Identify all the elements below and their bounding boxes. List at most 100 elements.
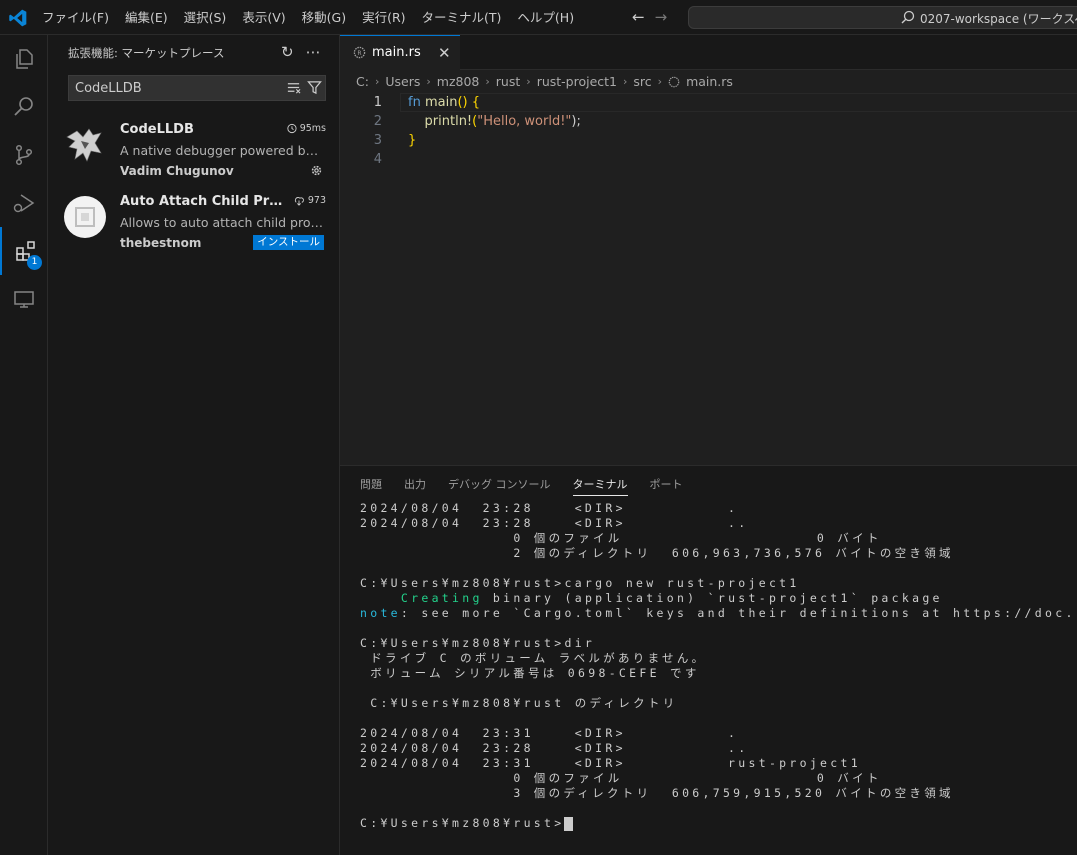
tab-main-rs[interactable]: R main.rs ✕ bbox=[340, 35, 460, 70]
breadcrumb-item[interactable]: mz808 bbox=[437, 74, 480, 89]
rust-file-icon: R bbox=[353, 46, 366, 59]
breadcrumb: C: › Users › mz808 › rust › rust-project1 › s… bbox=[356, 74, 733, 89]
bottom-panel: 問題 出力 デバッグ コンソール ターミナル ポート 2024/08/04 23… bbox=[340, 465, 1077, 855]
svg-text:R: R bbox=[357, 50, 361, 57]
menu-terminal[interactable]: ターミナル(T) bbox=[414, 0, 510, 35]
clear-filter-icon[interactable] bbox=[286, 80, 301, 95]
breadcrumb-item[interactable]: main.rs bbox=[686, 74, 733, 89]
install-count-value: 973 bbox=[307, 195, 326, 206]
chevron-right-icon: › bbox=[526, 75, 531, 88]
code-line: 3 } bbox=[340, 131, 1077, 150]
tab-ports[interactable]: ポート bbox=[650, 476, 683, 496]
breadcrumb-item[interactable]: Users bbox=[385, 74, 420, 89]
current-line-highlight bbox=[400, 93, 1077, 112]
terminal-line: C:¥Users¥mz808¥rust のディレクトリ bbox=[360, 696, 678, 710]
menu-go[interactable]: 移動(G) bbox=[294, 0, 354, 35]
line-number: 4 bbox=[373, 152, 382, 167]
menu-help[interactable]: ヘルプ(H) bbox=[509, 0, 582, 35]
code-line: 1 fn main() { bbox=[340, 93, 1077, 112]
install-count: 973 bbox=[293, 195, 326, 206]
source-control-button[interactable] bbox=[0, 131, 48, 179]
tab-problems[interactable]: 問題 bbox=[360, 476, 382, 496]
forward-arrow-icon[interactable]: → bbox=[655, 9, 668, 25]
menu-bar: ファイル(F) 編集(E) 選択(S) 表示(V) 移動(G) 実行(R) ター… bbox=[34, 0, 582, 35]
filter-icon[interactable] bbox=[307, 80, 322, 95]
explorer-button[interactable] bbox=[0, 35, 48, 83]
tab-terminal[interactable]: ターミナル bbox=[572, 476, 628, 496]
run-debug-button[interactable] bbox=[0, 179, 48, 227]
menu-edit[interactable]: 編集(E) bbox=[117, 0, 176, 35]
breadcrumb-item[interactable]: C: bbox=[356, 74, 369, 89]
install-button[interactable]: インストール bbox=[253, 235, 324, 250]
terminal-line: ボリューム シリアル番号は 0698-CEFE です bbox=[360, 666, 700, 680]
rust-file-icon bbox=[668, 76, 680, 87]
keyword-token: fn bbox=[408, 95, 421, 110]
panel-tabs: 問題 出力 デバッグ コンソール ターミナル ポート bbox=[360, 476, 683, 496]
run-debug-icon bbox=[13, 194, 35, 213]
tab-output[interactable]: 出力 bbox=[404, 476, 426, 496]
chevron-right-icon: › bbox=[374, 75, 380, 88]
line-number: 2 bbox=[373, 114, 382, 129]
remote-explorer-icon bbox=[14, 291, 34, 308]
extensions-button[interactable]: 1 bbox=[0, 227, 50, 275]
activation-time: 95ms bbox=[286, 123, 326, 134]
close-icon[interactable]: ✕ bbox=[438, 44, 451, 62]
extension-name: CodeLLDB bbox=[120, 122, 194, 137]
sidebar-title: 拡張機能: マーケットプレース bbox=[68, 46, 225, 60]
extension-name: Auto Attach Child Process bbox=[120, 194, 285, 209]
more-actions-icon[interactable]: ⋯ bbox=[306, 43, 321, 61]
terminal-output[interactable]: 2024/08/04 23:28 <DIR> . 2024/08/04 23:2… bbox=[360, 501, 1077, 831]
editor-tabs: R main.rs ✕ bbox=[340, 35, 1077, 70]
terminal-line: Creating binary (application) `rust-proj… bbox=[360, 591, 1077, 606]
terminal-line: C:¥Users¥mz808¥rust>dir bbox=[360, 636, 596, 650]
menu-file[interactable]: ファイル(F) bbox=[34, 0, 117, 35]
editor-area: R main.rs ✕ C: › Users › mz808 › rust › rust… bbox=[340, 35, 1077, 465]
creating-label: Creating bbox=[400, 591, 483, 605]
tab-debug-console[interactable]: デバッグ コンソール bbox=[448, 476, 551, 496]
menu-run[interactable]: 実行(R) bbox=[354, 0, 413, 35]
string-token: "Hello, world!" bbox=[477, 114, 572, 129]
extension-item-auto-attach[interactable]: Auto Attach Child Process 973 Allows to … bbox=[48, 187, 338, 257]
back-arrow-icon[interactable]: ← bbox=[632, 9, 645, 25]
chevron-right-icon: › bbox=[657, 75, 663, 88]
tab-label: main.rs bbox=[372, 45, 421, 60]
breadcrumb-item[interactable]: rust-project1 bbox=[537, 74, 617, 89]
terminal-line: C:¥Users¥mz808¥rust>cargo new rust-proje… bbox=[360, 576, 800, 590]
function-token: main bbox=[424, 95, 458, 110]
terminal-line: 2024/08/04 23:28 <DIR> .. bbox=[360, 741, 749, 755]
breadcrumb-item[interactable]: rust bbox=[496, 74, 520, 89]
menu-view[interactable]: 表示(V) bbox=[234, 0, 293, 35]
command-center[interactable]: 0207-workspace (ワークスペース) bbox=[688, 6, 1077, 29]
extension-item-codelldb[interactable]: CodeLLDB 95ms A native debugger powered … bbox=[48, 115, 338, 185]
auto-attach-logo-icon bbox=[64, 196, 106, 238]
search-button[interactable] bbox=[0, 83, 48, 131]
workspace-title: 0207-workspace (ワークスペース) bbox=[920, 12, 1077, 26]
punct-token: ); bbox=[571, 114, 581, 129]
remote-explorer-button[interactable] bbox=[0, 275, 48, 323]
download-icon bbox=[294, 197, 304, 206]
gear-icon[interactable] bbox=[309, 163, 324, 178]
files-icon bbox=[16, 49, 33, 69]
extension-search-input[interactable]: CodeLLDB bbox=[68, 75, 326, 101]
refresh-icon[interactable]: ↻ bbox=[281, 43, 294, 61]
extension-description: A native debugger powered by LLDB. bbox=[120, 143, 325, 158]
terminal-cursor bbox=[564, 816, 574, 831]
search-actions bbox=[286, 80, 322, 95]
menu-selection[interactable]: 選択(S) bbox=[176, 0, 235, 35]
activity-bar: 1 bbox=[0, 35, 48, 855]
terminal-line: 3 個のディレクトリ 606,759,915,520 バイトの空き領域 bbox=[360, 786, 954, 800]
breadcrumb-item[interactable]: src bbox=[633, 74, 651, 89]
code-editor[interactable]: 1 fn main() { 2 println!("Hello, world!"… bbox=[340, 93, 1077, 169]
terminal-line: 2 個のディレクトリ 606,963,736,576 バイトの空き領域 bbox=[360, 546, 954, 560]
note-label: note bbox=[360, 606, 401, 620]
title-bar: ファイル(F) 編集(E) 選択(S) 表示(V) 移動(G) 実行(R) ター… bbox=[0, 0, 1077, 35]
terminal-line: 0 個のファイル 0 バイト bbox=[360, 531, 882, 545]
code-line: 4 bbox=[340, 150, 1077, 169]
extension-description: Allows to auto attach child processes bbox=[120, 215, 325, 230]
macro-token: println! bbox=[424, 114, 473, 129]
search-icon bbox=[14, 97, 33, 116]
terminal-line: 2024/08/04 23:31 <DIR> . bbox=[360, 726, 739, 740]
